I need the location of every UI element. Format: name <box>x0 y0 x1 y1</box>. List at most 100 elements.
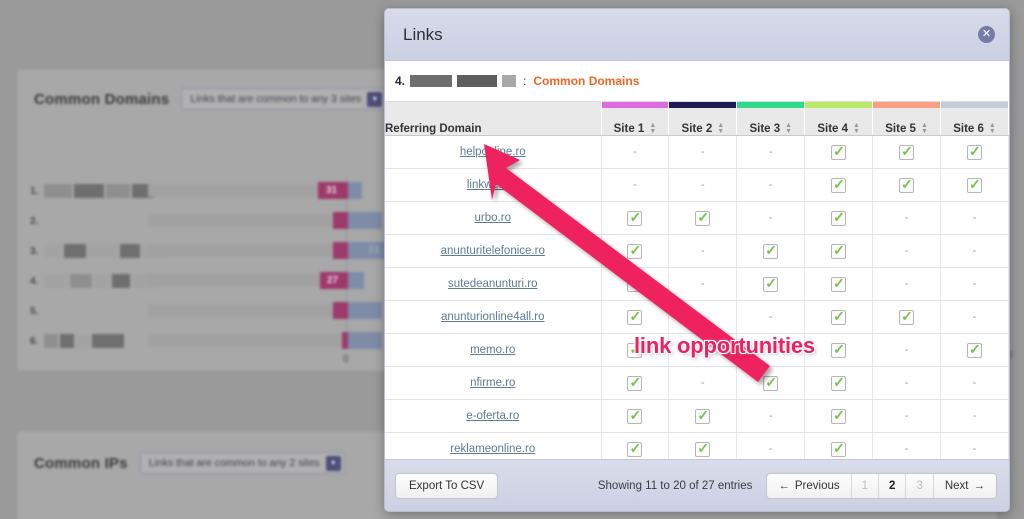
site-cell-5: - <box>872 399 942 433</box>
check-icon <box>831 176 847 193</box>
referring-domain-link[interactable]: helponline.ro <box>460 146 526 158</box>
subtitle-link[interactable]: Common Domains <box>533 74 639 88</box>
column-label: Referring Domain <box>385 123 482 135</box>
redacted-label <box>76 334 90 348</box>
chart-bar-positive <box>348 332 382 349</box>
subtitle-number: 4. <box>395 74 406 88</box>
referring-domain-cell: anunturionline4all.ro <box>385 300 602 334</box>
sort-arrows-icon[interactable]: ▲ ▼ <box>785 122 792 135</box>
sort-arrows-icon[interactable]: ▲ ▼ <box>989 122 996 135</box>
chart-row-index: 1. <box>30 185 39 197</box>
check-icon <box>967 143 983 160</box>
empty-mark: - <box>972 410 977 422</box>
pagination-previous-button[interactable]: ← Previous <box>767 473 852 498</box>
site-color-bar <box>601 102 669 108</box>
referring-domain-link[interactable]: linkweb.ro <box>467 179 519 191</box>
chart-bar-track <box>148 214 346 227</box>
site-cell-2: - <box>668 168 738 202</box>
column-header-site-1[interactable]: Site 1 ▲ ▼ <box>601 101 670 136</box>
referring-domain-cell: urbo.ro <box>385 201 602 235</box>
site-cell-4 <box>804 234 874 268</box>
referring-domain-cell: memo.ro <box>385 333 602 367</box>
links-table-body: helponline.ro---linkweb.ro---urbo.ro---a… <box>385 135 1009 466</box>
pagination-page-2[interactable]: 2 <box>879 473 907 498</box>
site-cell-6: - <box>940 399 1009 433</box>
referring-domain-link[interactable]: reklameonline.ro <box>450 443 535 455</box>
site-cell-5: - <box>872 333 942 367</box>
redacted-name <box>410 75 453 87</box>
sort-arrows-icon[interactable]: ▲ ▼ <box>921 122 928 135</box>
check-icon <box>627 275 643 292</box>
chevron-down-icon[interactable]: ▼ <box>325 455 341 471</box>
table-row: e-oferta.ro - - - <box>385 399 1009 433</box>
chart-row: 4. <box>30 270 160 292</box>
empty-mark: - <box>768 410 773 422</box>
referring-domain-link[interactable]: nfirme.ro <box>470 377 515 389</box>
common-ips-select-value: Links that are common to any 2 sites <box>148 457 320 469</box>
chart-bar-negative <box>333 242 348 259</box>
common-domains-select[interactable]: Links that are common to any 3 sites ▼ <box>181 88 387 110</box>
table-header-row: Referring Domain Site 1 ▲ ▼ Site 2 ▲ ▼ S… <box>385 101 1009 136</box>
table-row: anunturitelefonice.ro - - - <box>385 234 1009 268</box>
subtitle-colon: : <box>523 74 527 88</box>
export-to-csv-button[interactable]: Export To CSV <box>395 472 499 499</box>
redacted-label <box>106 184 130 198</box>
empty-mark: - <box>904 443 909 455</box>
site-cell-3: - <box>736 399 806 433</box>
site-cell-1 <box>601 234 670 268</box>
site-cell-5 <box>872 300 942 334</box>
site-cell-2: - <box>668 135 738 169</box>
referring-domain-link[interactable]: anunturionline4all.ro <box>441 311 545 323</box>
referring-domain-link[interactable]: memo.ro <box>470 344 515 356</box>
empty-mark: - <box>972 311 977 323</box>
column-label: Site 3 <box>749 123 781 135</box>
column-header-site-2[interactable]: Site 2 ▲ ▼ <box>668 101 738 136</box>
site-cell-3: - <box>736 168 806 202</box>
redacted-label <box>44 274 68 288</box>
redacted-name <box>502 75 517 87</box>
redacted-label <box>94 274 110 288</box>
check-icon <box>899 143 915 160</box>
site-cell-4 <box>804 135 874 169</box>
column-label: Site 2 <box>681 123 713 135</box>
sort-arrows-icon[interactable]: ▲ ▼ <box>717 122 724 135</box>
column-label: Site 5 <box>885 123 916 135</box>
column-header-site-3[interactable]: Site 3 ▲ ▼ <box>736 101 806 136</box>
pagination-next-button[interactable]: Next → <box>934 474 996 498</box>
column-header-site-6[interactable]: Site 6 ▲ ▼ <box>940 101 1009 136</box>
column-header-site-4[interactable]: Site 4 ▲ ▼ <box>804 101 874 136</box>
pagination-page-1[interactable]: 1 <box>852 473 880 498</box>
site-color-bar <box>805 102 873 108</box>
common-ips-select[interactable]: Links that are common to any 2 sites ▼ <box>139 452 345 474</box>
empty-mark: - <box>768 146 773 158</box>
check-icon <box>627 209 643 226</box>
redacted-label <box>70 274 92 288</box>
modal-body: 4. : Common Domains Referring Domain Sit… <box>385 61 1009 466</box>
site-cell-1: - <box>601 168 670 202</box>
chart-row-index: 6. <box>30 335 39 347</box>
redacted-label <box>74 184 104 198</box>
pagination: ← Previous 1 2 3 Next → <box>766 472 997 499</box>
close-icon[interactable]: ✕ <box>978 26 995 43</box>
referring-domain-link[interactable]: urbo.ro <box>475 212 511 224</box>
chart-row-index: 2. <box>30 215 39 227</box>
table-row: anunturionline4all.ro - - - <box>385 300 1009 334</box>
referring-domain-link[interactable]: e-oferta.ro <box>466 410 519 422</box>
referring-domain-link[interactable]: sutedeanunturi.ro <box>448 278 538 290</box>
empty-mark: - <box>768 179 773 191</box>
site-cell-4 <box>804 300 874 334</box>
column-header-referring-domain[interactable]: Referring Domain <box>385 101 602 136</box>
chart-row: 5. <box>30 300 42 322</box>
referring-domain-link[interactable]: anunturitelefonice.ro <box>441 245 545 257</box>
site-cell-4 <box>804 399 874 433</box>
chart-bar-track <box>148 274 346 287</box>
sort-arrows-icon[interactable]: ▲ ▼ <box>649 122 656 135</box>
chevron-down-icon[interactable]: ▼ <box>367 91 383 107</box>
pagination-page-3[interactable]: 3 <box>906 473 934 498</box>
site-cell-5: - <box>872 267 942 301</box>
site-cell-1 <box>601 300 670 334</box>
column-header-site-5[interactable]: Site 5 ▲ ▼ <box>872 101 942 136</box>
check-icon <box>831 308 847 325</box>
referring-domain-cell: sutedeanunturi.ro <box>385 267 602 301</box>
sort-arrows-icon[interactable]: ▲ ▼ <box>853 122 860 135</box>
